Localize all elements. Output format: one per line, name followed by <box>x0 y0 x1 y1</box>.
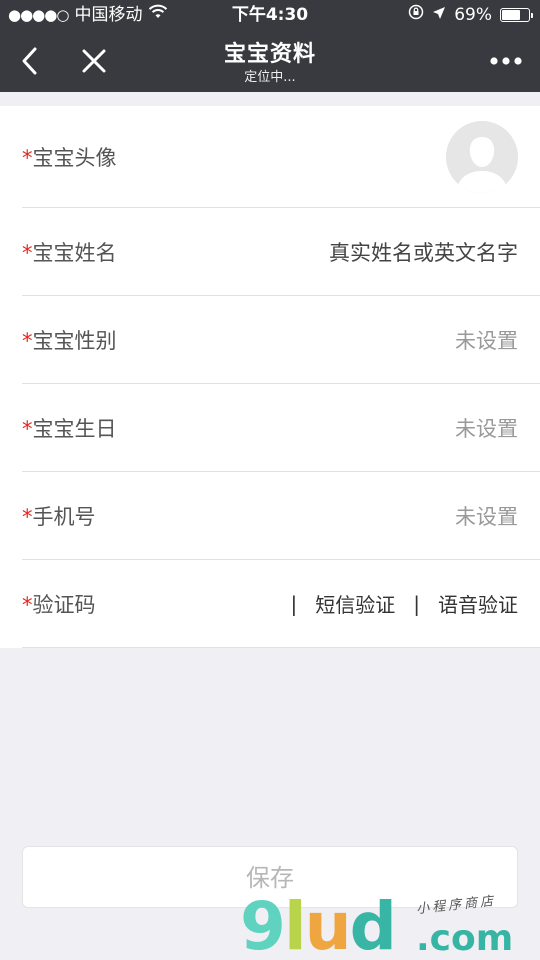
battery-icon <box>500 8 533 22</box>
divider: | <box>413 591 420 616</box>
sms-verify-button[interactable]: 短信验证 <box>315 589 395 618</box>
avatar-row[interactable]: *宝宝头像 <box>22 106 540 208</box>
rotation-lock-icon <box>408 0 424 30</box>
voice-verify-button[interactable]: 语音验证 <box>438 589 518 618</box>
name-row[interactable]: *宝宝姓名 真实姓名或英文名字 <box>22 208 540 296</box>
avatar-label: 宝宝头像 <box>32 145 117 170</box>
verify-code-row: *验证码 | 短信验证 | 语音验证 <box>22 560 540 648</box>
watermark-logo: 9lud 小程序商店 .com <box>240 888 514 960</box>
gender-value[interactable]: 未设置 <box>455 325 518 355</box>
required-mark: * <box>22 592 33 617</box>
gender-label: 宝宝性别 <box>32 328 117 353</box>
more-dots-icon <box>490 57 522 65</box>
required-mark: * <box>22 416 33 441</box>
gender-row[interactable]: *宝宝性别 未设置 <box>22 296 540 384</box>
birthday-value[interactable]: 未设置 <box>455 413 518 443</box>
location-arrow-icon <box>432 0 446 30</box>
phone-row[interactable]: *手机号 未设置 <box>22 472 540 560</box>
verify-code-label: 验证码 <box>32 592 96 617</box>
baby-info-form: *宝宝头像 *宝宝姓名 真实姓名或英文名字 *宝宝性别 未设置 *宝宝生日 未设… <box>0 106 540 648</box>
phone-value[interactable]: 未设置 <box>455 501 518 531</box>
birthday-label: 宝宝生日 <box>32 416 117 441</box>
required-mark: * <box>22 240 33 265</box>
divider: | <box>290 591 298 616</box>
more-button[interactable] <box>476 36 536 86</box>
required-mark: * <box>22 328 33 353</box>
battery-percent: 69% <box>454 5 492 25</box>
birthday-row[interactable]: *宝宝生日 未设置 <box>22 384 540 472</box>
name-input[interactable]: 真实姓名或英文名字 <box>329 237 518 267</box>
avatar[interactable] <box>446 120 518 193</box>
status-bar: ●●●●○ 中国移动 下午4:30 69% <box>0 0 540 30</box>
default-avatar-icon <box>446 120 518 193</box>
top-bar: ●●●●○ 中国移动 下午4:30 69% 宝宝资料 定位中... <box>0 0 540 92</box>
required-mark: * <box>22 145 33 170</box>
page-subtitle: 定位中... <box>244 70 296 85</box>
required-mark: * <box>22 504 33 529</box>
page-title: 宝宝资料 <box>223 42 316 67</box>
verify-options: | 短信验证 | 语音验证 <box>273 589 519 618</box>
phone-label: 手机号 <box>32 504 96 529</box>
name-label: 宝宝姓名 <box>32 240 117 265</box>
